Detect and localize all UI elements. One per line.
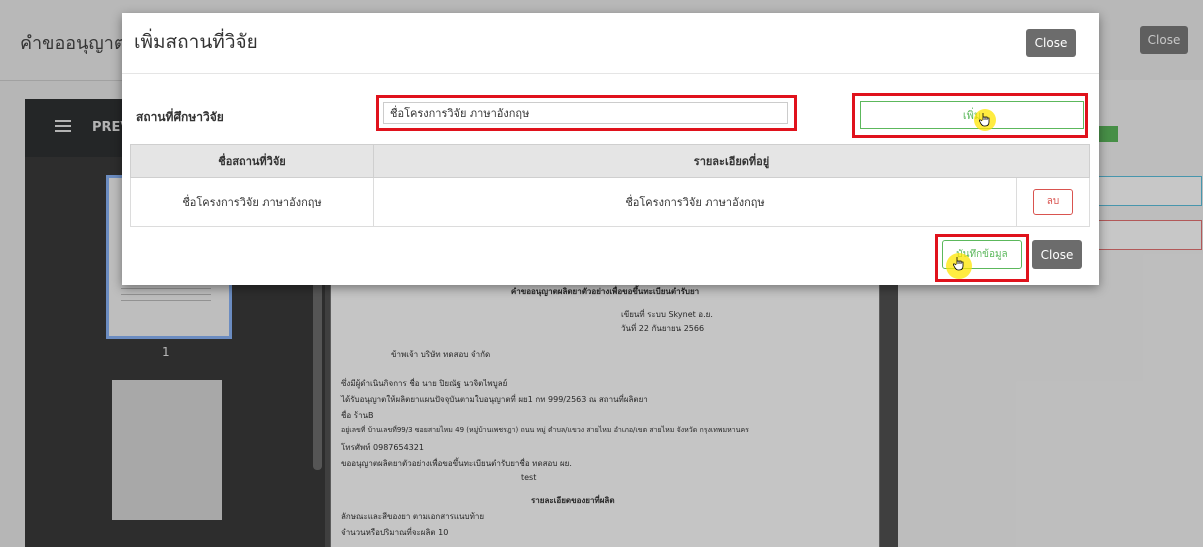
delete-button[interactable]: ลบ <box>1033 189 1073 215</box>
modal-close-button[interactable]: Close <box>1026 29 1076 57</box>
research-place-label: สถานที่ศึกษาวิจัย <box>136 110 224 124</box>
modal-title: เพิ่มสถานที่วิจัย <box>134 31 258 53</box>
add-button[interactable]: เพิ่ม <box>860 101 1084 129</box>
column-header-name: ชื่อสถานที่วิจัย <box>130 144 374 178</box>
action-cell: ลบ <box>1016 177 1090 227</box>
place-name-cell: ชื่อโครงการวิจัย ภาษาอังกฤษ <box>130 177 374 227</box>
modal-close-bottom-button[interactable]: Close <box>1032 240 1082 269</box>
place-detail-cell: ชื่อโครงการวิจัย ภาษาอังกฤษ <box>373 177 1017 227</box>
hand-cursor-icon <box>953 257 964 271</box>
research-place-input[interactable] <box>383 102 788 124</box>
table-row: ชื่อโครงการวิจัย ภาษาอังกฤษ ชื่อโครงการว… <box>130 177 1090 227</box>
add-research-place-modal: เพิ่มสถานที่วิจัย Close สถานที่ศึกษาวิจั… <box>122 13 1099 285</box>
table-header-row: ชื่อสถานที่วิจัย รายละเอียดที่อยู่ <box>130 144 1090 178</box>
modal-divider <box>122 73 1099 74</box>
research-places-table: ชื่อสถานที่วิจัย รายละเอียดที่อยู่ ชื่อโ… <box>130 144 1090 227</box>
column-header-detail: รายละเอียดที่อยู่ <box>373 144 1090 178</box>
hand-cursor-icon <box>979 113 990 127</box>
